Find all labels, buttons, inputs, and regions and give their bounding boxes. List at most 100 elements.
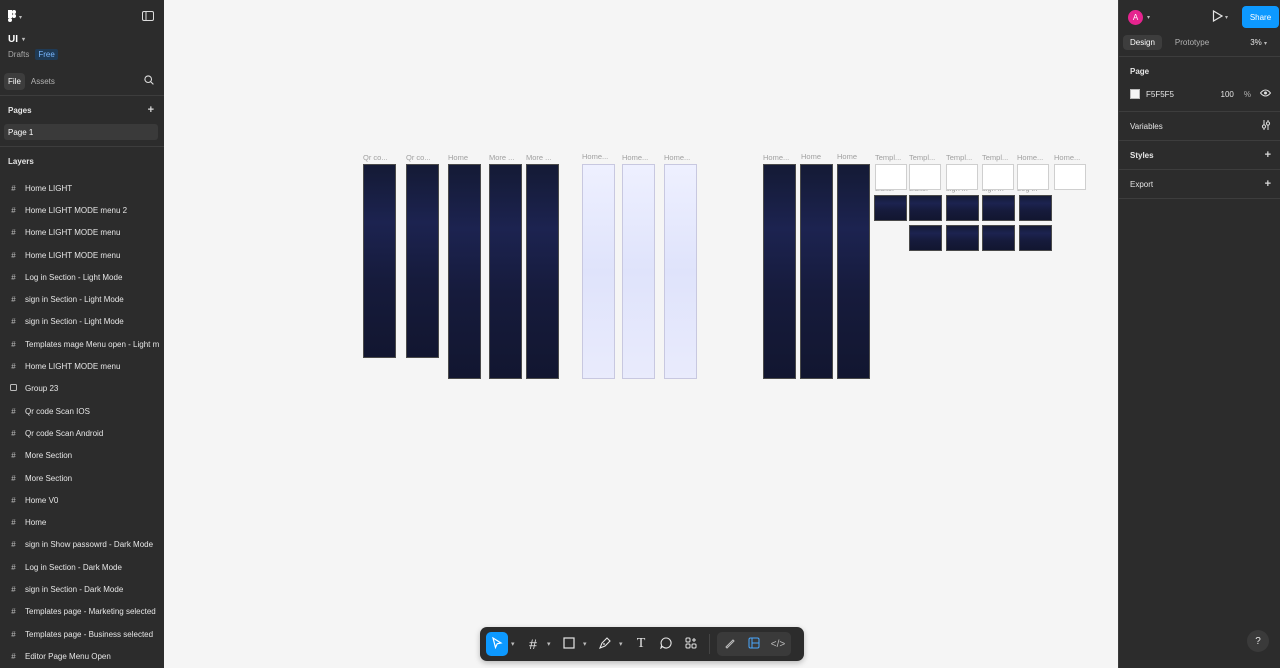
frame-tool[interactable]: # <box>522 632 544 656</box>
canvas-frame[interactable] <box>946 195 979 221</box>
frame-label[interactable]: Home... <box>1017 153 1043 162</box>
canvas-frame[interactable] <box>946 164 978 190</box>
draw-mode-button[interactable] <box>719 632 741 656</box>
canvas-frame[interactable] <box>664 164 697 379</box>
canvas-frame[interactable] <box>874 195 907 221</box>
canvas-frame[interactable] <box>982 195 1015 221</box>
avatar[interactable]: A <box>1128 9 1143 25</box>
main-menu-button[interactable]: ▾ <box>8 10 22 24</box>
tab-file[interactable]: File <box>4 72 25 90</box>
file-title[interactable]: UI ▾ <box>0 34 164 45</box>
page-color-row[interactable]: F5F5F5 100 % <box>1130 85 1272 103</box>
text-tool[interactable]: T <box>630 632 652 656</box>
frame-label[interactable]: Templ... <box>909 153 935 162</box>
add-page-icon[interactable]: + <box>148 104 154 116</box>
move-tool[interactable] <box>486 632 508 656</box>
frame-label[interactable]: Templ... <box>982 153 1008 162</box>
layer-item[interactable]: # Templates mage Menu open - Light m <box>0 333 164 355</box>
layer-item[interactable]: # Home LIGHT MODE menu <box>0 222 164 244</box>
dev-mode-button[interactable]: </> <box>767 632 789 656</box>
add-style-icon[interactable]: + <box>1265 149 1271 161</box>
layer-item[interactable]: # Editor Page Menu Open <box>0 645 164 667</box>
canvas-frame[interactable] <box>946 225 979 251</box>
canvas-frame[interactable] <box>622 164 655 379</box>
frame-label[interactable]: Home... <box>622 153 648 162</box>
tab-design[interactable]: Design <box>1123 34 1162 50</box>
frame-label[interactable]: More ... <box>526 153 551 162</box>
canvas-frame[interactable] <box>363 164 396 358</box>
eye-icon[interactable] <box>1259 89 1272 99</box>
canvas-frame[interactable] <box>982 164 1014 190</box>
canvas-frame[interactable] <box>1019 225 1052 251</box>
frame-label[interactable]: More ... <box>489 153 514 162</box>
frame-label[interactable]: Home... <box>1054 153 1080 162</box>
share-button[interactable]: Share <box>1242 6 1279 28</box>
shape-tool[interactable] <box>558 632 580 656</box>
search-icon[interactable] <box>144 75 154 87</box>
file-location-text[interactable]: Drafts <box>8 50 29 59</box>
chevron-down-icon[interactable]: ▾ <box>547 640 555 648</box>
canvas-frame[interactable] <box>1019 195 1052 221</box>
layer-item[interactable]: # Home LIGHT MODE menu <box>0 244 164 266</box>
canvas-frame[interactable] <box>837 164 870 379</box>
layer-item[interactable]: # Qr code Scan IOS <box>0 400 164 422</box>
sliders-icon[interactable] <box>1261 120 1271 132</box>
layer-item[interactable]: # Log in Section - Dark Mode <box>0 556 164 578</box>
page-color-hex[interactable]: F5F5F5 <box>1146 90 1221 99</box>
frame-label[interactable]: Home... <box>582 152 608 161</box>
tab-assets[interactable]: Assets <box>27 73 59 90</box>
add-export-icon[interactable]: + <box>1265 178 1271 190</box>
page-opacity[interactable]: 100 <box>1221 90 1234 99</box>
layer-item[interactable]: # Home LIGHT <box>0 177 164 199</box>
frame-label[interactable]: Templ... <box>946 153 972 162</box>
canvas-frame[interactable] <box>763 164 796 379</box>
layer-item[interactable]: # Home LIGHT MODE menu 2 <box>0 199 164 221</box>
canvas-frame[interactable] <box>909 225 942 251</box>
chevron-down-icon[interactable]: ▾ <box>1147 14 1150 21</box>
canvas-frame[interactable] <box>448 164 481 379</box>
frame-label[interactable]: Qr co... <box>406 153 431 162</box>
frame-label[interactable]: Templ... <box>875 153 901 162</box>
layer-item[interactable]: # sign in Section - Light Mode <box>0 288 164 310</box>
layer-item[interactable]: # More Section <box>0 467 164 489</box>
canvas-frame[interactable] <box>875 164 907 190</box>
canvas-frame[interactable] <box>800 164 833 379</box>
frame-label[interactable]: Home <box>801 152 821 161</box>
page-item[interactable]: Page 1 <box>4 124 158 140</box>
chevron-down-icon[interactable]: ▾ <box>583 640 591 648</box>
layer-item[interactable]: # More Section <box>0 445 164 467</box>
chevron-down-icon[interactable]: ▾ <box>619 640 627 648</box>
canvas-frame[interactable] <box>909 195 942 221</box>
resources-tool[interactable] <box>680 632 702 656</box>
toggle-sidebar-icon[interactable] <box>142 11 154 23</box>
canvas[interactable]: Qr co... Qr co... Home More ... More ...… <box>164 0 1118 668</box>
canvas-frame[interactable] <box>489 164 522 379</box>
pen-tool[interactable] <box>594 632 616 656</box>
canvas-frame[interactable] <box>582 164 615 379</box>
layer-item[interactable]: # Home V0 <box>0 489 164 511</box>
layer-item[interactable]: # Log in Section - Light Mode <box>0 266 164 288</box>
layer-item[interactable]: # Qr code Scan Android <box>0 422 164 444</box>
frame-label[interactable]: Home... <box>664 153 690 162</box>
help-button[interactable]: ? <box>1247 630 1269 652</box>
comment-tool[interactable] <box>655 632 677 656</box>
layer-item[interactable]: # Home <box>0 511 164 533</box>
canvas-frame[interactable] <box>909 164 941 190</box>
frame-label[interactable]: Home <box>448 153 468 162</box>
present-button[interactable]: ▾ <box>1212 9 1228 25</box>
canvas-frame[interactable] <box>406 164 439 358</box>
canvas-frame[interactable] <box>1017 164 1049 190</box>
layer-item[interactable]: # Templates page - Business selected <box>0 623 164 645</box>
frame-label[interactable]: Qr co... <box>363 153 388 162</box>
layer-item[interactable]: # sign in Show passowrd - Dark Mode <box>0 534 164 556</box>
color-swatch[interactable] <box>1130 89 1140 99</box>
layer-item[interactable]: # sign in Section - Dark Mode <box>0 578 164 600</box>
tab-prototype[interactable]: Prototype <box>1168 35 1216 50</box>
frame-label[interactable]: Home <box>837 152 857 161</box>
zoom-dropdown[interactable]: 3% ▾ <box>1250 38 1267 47</box>
canvas-frame[interactable] <box>982 225 1015 251</box>
canvas-frame[interactable] <box>526 164 559 379</box>
canvas-frame[interactable] <box>1054 164 1086 190</box>
layer-item[interactable]: # Home LIGHT MODE menu <box>0 355 164 377</box>
layer-item[interactable]: # Templates page - Marketing selected <box>0 601 164 623</box>
